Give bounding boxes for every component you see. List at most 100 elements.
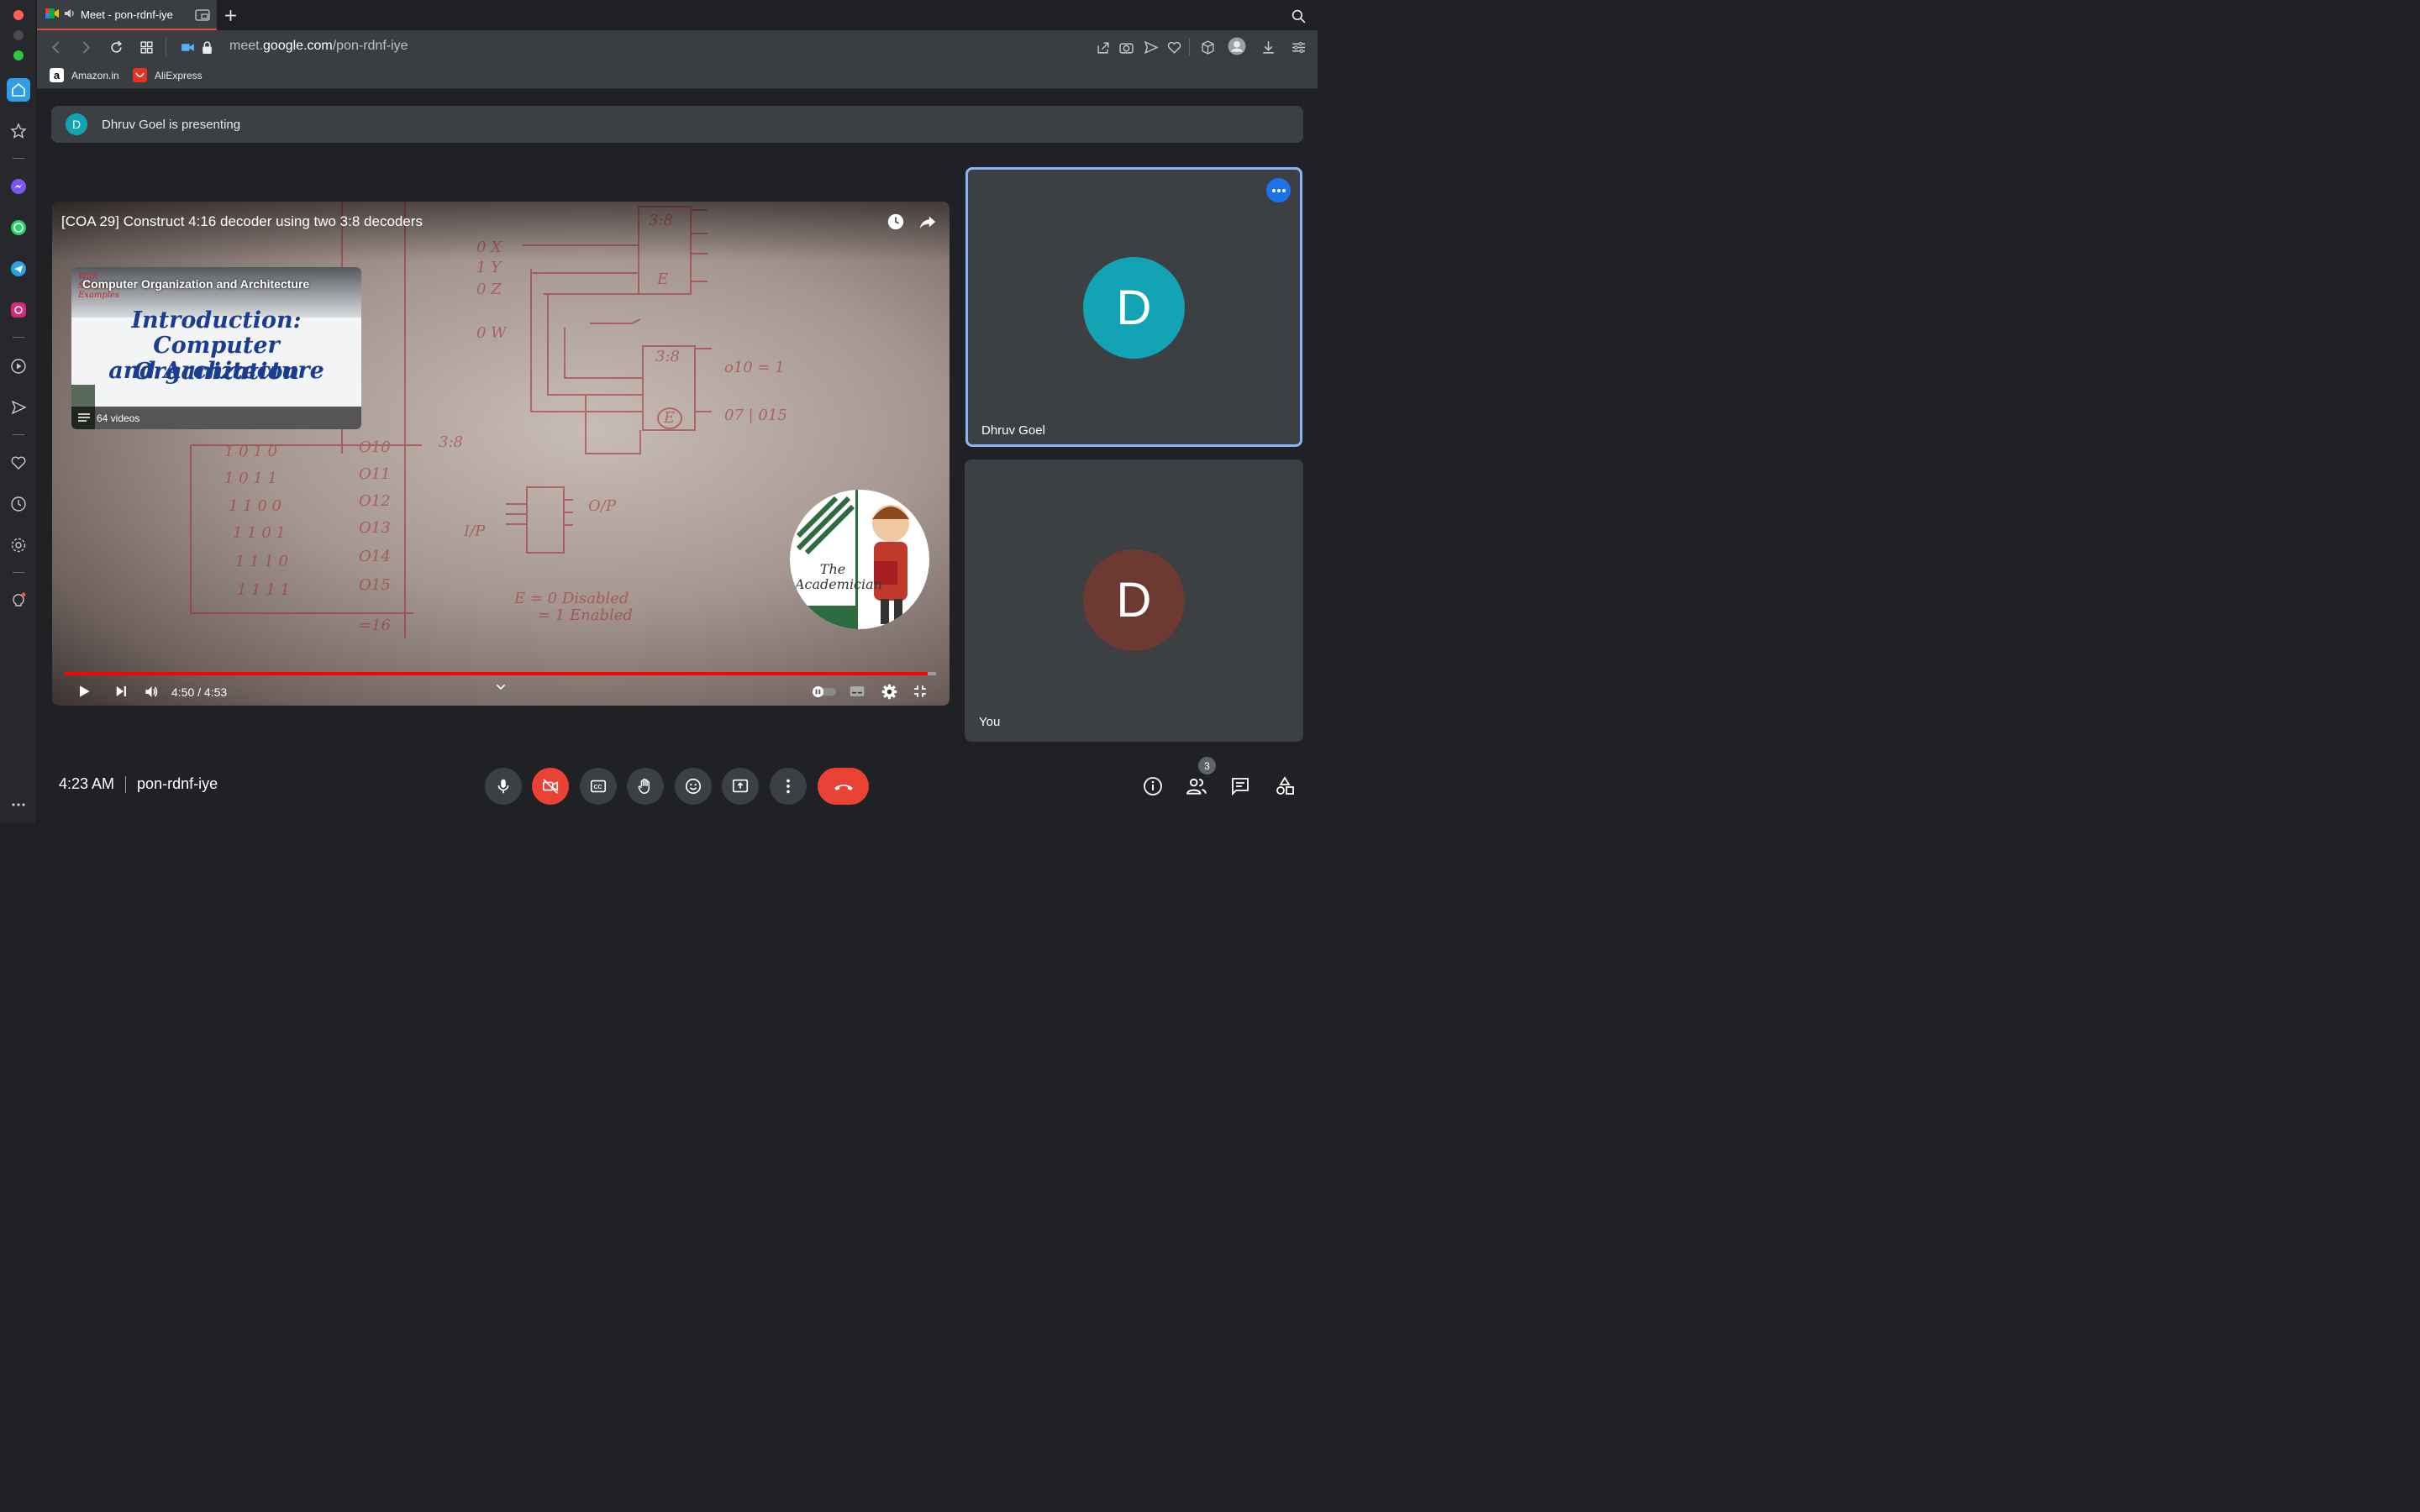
- sidebar-divider: [13, 158, 24, 159]
- camera-in-use-icon[interactable]: [178, 38, 197, 56]
- info-icon: [1144, 777, 1162, 795]
- camera-off-button[interactable]: [532, 768, 569, 805]
- svg-text:1 1 1 1: 1 1 1 1: [237, 581, 290, 599]
- presenting-banner: D Dhruv Goel is presenting: [51, 106, 1303, 143]
- svg-text:= 1 Enabled: = 1 Enabled: [538, 606, 633, 624]
- bookmark-amazon[interactable]: a Amazon.in: [50, 68, 119, 82]
- url-path: /pon-rdnf-iye: [332, 39, 408, 53]
- lightbulb-icon[interactable]: [7, 589, 30, 612]
- screenshot-camera-icon[interactable]: [1117, 38, 1135, 56]
- svg-text:1 1 1 0: 1 1 1 0: [235, 553, 288, 570]
- settings-gear-icon[interactable]: [7, 533, 30, 557]
- participant-avatar: D: [1083, 549, 1185, 651]
- play-button[interactable]: [74, 681, 94, 701]
- channel-logo-watermark: The Academician: [790, 490, 929, 629]
- emoji-reactions-button[interactable]: [675, 768, 712, 805]
- search-icon[interactable]: [1289, 7, 1307, 25]
- player-icon[interactable]: [7, 354, 30, 378]
- end-call-button[interactable]: [818, 768, 869, 805]
- subtitles-icon[interactable]: [847, 681, 867, 701]
- reload-icon[interactable]: [107, 38, 125, 56]
- volume-icon[interactable]: [141, 681, 161, 701]
- playlist-card[interactable]: With Simple Examples Computer Organizati…: [71, 267, 361, 429]
- url-field[interactable]: meet.google.com/pon-rdnf-iye: [229, 39, 408, 54]
- present-screen-icon: [732, 779, 749, 793]
- video-settings-gear-icon[interactable]: [879, 681, 899, 701]
- minimize-window-button[interactable]: [13, 30, 24, 40]
- chat-button[interactable]: [1228, 774, 1252, 798]
- lock-icon[interactable]: [197, 38, 216, 56]
- share-page-icon[interactable]: [1093, 38, 1112, 56]
- share-arrow-icon[interactable]: [918, 212, 938, 232]
- exit-fullscreen-icon[interactable]: [910, 681, 930, 701]
- bookmark-label: AliExpress: [155, 69, 203, 81]
- participant-tile-dhruv[interactable]: D Dhruv Goel: [965, 167, 1302, 447]
- flow-send-icon[interactable]: [1141, 38, 1160, 56]
- watch-later-clock-icon[interactable]: [886, 212, 906, 232]
- video-controls: 4:50 / 4:53: [52, 677, 950, 706]
- whatsapp-icon[interactable]: [7, 216, 30, 239]
- sidebar-divider: [13, 434, 24, 435]
- svg-text:1 1 0 0: 1 1 0 0: [229, 497, 281, 515]
- profile-avatar-icon[interactable]: [1228, 37, 1246, 55]
- people-button[interactable]: [1185, 774, 1208, 798]
- history-clock-icon[interactable]: [7, 492, 30, 516]
- tab-meet[interactable]: Meet - pon-rdnf-iye: [37, 0, 217, 30]
- microphone-button[interactable]: [485, 768, 522, 805]
- next-video-icon[interactable]: [111, 681, 131, 701]
- video-title[interactable]: [COA 29] Construct 4:16 decoder using tw…: [61, 213, 423, 230]
- sidebar-divider: [13, 337, 24, 338]
- autoplay-toggle[interactable]: [811, 681, 838, 701]
- send-icon[interactable]: [7, 396, 30, 419]
- svg-text:O10: O10: [359, 438, 391, 456]
- meeting-details-button[interactable]: [1141, 774, 1165, 798]
- svg-text:O15: O15: [359, 576, 391, 594]
- people-count-badge: 3: [1198, 757, 1216, 774]
- my-flow-heart-icon[interactable]: [1165, 38, 1183, 56]
- thumbnail-line-1: Introduction:: [131, 307, 302, 333]
- svg-text:0 Z: 0 Z: [476, 281, 502, 298]
- telegram-icon[interactable]: [7, 257, 30, 281]
- home-icon[interactable]: [7, 78, 30, 102]
- video-time: 4:50 / 4:53: [171, 685, 228, 699]
- activities-shapes-icon: [1276, 776, 1294, 795]
- raise-hand-icon: [638, 778, 650, 794]
- activities-button[interactable]: [1273, 774, 1297, 798]
- extensions-cube-icon[interactable]: [1198, 38, 1217, 56]
- participant-tile-you[interactable]: D You: [965, 459, 1303, 742]
- expand-chevron-icon[interactable]: [491, 677, 511, 697]
- shared-screen-video[interactable]: 3:8E 3:8E 0 X1 Y0 Z 0 W3:8 o10 = 107 | 0…: [52, 202, 950, 706]
- url-host-main: google.com: [263, 39, 333, 53]
- messenger-icon[interactable]: [7, 175, 30, 198]
- maximize-window-button[interactable]: [13, 50, 24, 60]
- thumbnail-line-3: and Architecture: [108, 358, 324, 384]
- tab-window-icon[interactable]: [195, 8, 210, 24]
- captions-button[interactable]: CC: [580, 768, 617, 805]
- new-tab-plus-icon[interactable]: [221, 6, 239, 24]
- raise-hand-button[interactable]: [627, 768, 664, 805]
- bookmark-aliexpress[interactable]: AliExpress: [133, 68, 203, 82]
- tab-title: Meet - pon-rdnf-iye: [81, 8, 173, 21]
- close-window-button[interactable]: [13, 10, 24, 20]
- video-progress-bar[interactable]: [65, 672, 936, 675]
- speed-dial-grid-icon[interactable]: [137, 38, 155, 56]
- participant-more-options-icon[interactable]: [1266, 178, 1291, 202]
- audio-playing-icon[interactable]: [64, 8, 76, 21]
- forward-arrow-icon[interactable]: [76, 38, 94, 56]
- heart-icon[interactable]: [7, 451, 30, 475]
- back-arrow-icon[interactable]: [47, 38, 66, 56]
- svg-text:1 1 0 1: 1 1 0 1: [233, 524, 286, 542]
- downloads-icon[interactable]: [1259, 38, 1277, 56]
- channel-watermark-text: The Academician: [795, 561, 882, 592]
- instagram-icon[interactable]: [7, 298, 30, 322]
- svg-text:=16: =16: [359, 617, 391, 634]
- more-options-button[interactable]: [770, 768, 807, 805]
- captions-icon: CC: [590, 780, 607, 793]
- present-screen-button[interactable]: [722, 768, 759, 805]
- playlist-heading: Computer Organization and Architecture: [82, 277, 310, 291]
- svg-text:3:8: 3:8: [439, 433, 463, 451]
- browser-sidebar: [0, 0, 37, 823]
- bookmarks-star-icon[interactable]: [7, 119, 30, 143]
- more-options-icon[interactable]: [7, 793, 30, 816]
- easy-setup-icon[interactable]: [1289, 38, 1307, 56]
